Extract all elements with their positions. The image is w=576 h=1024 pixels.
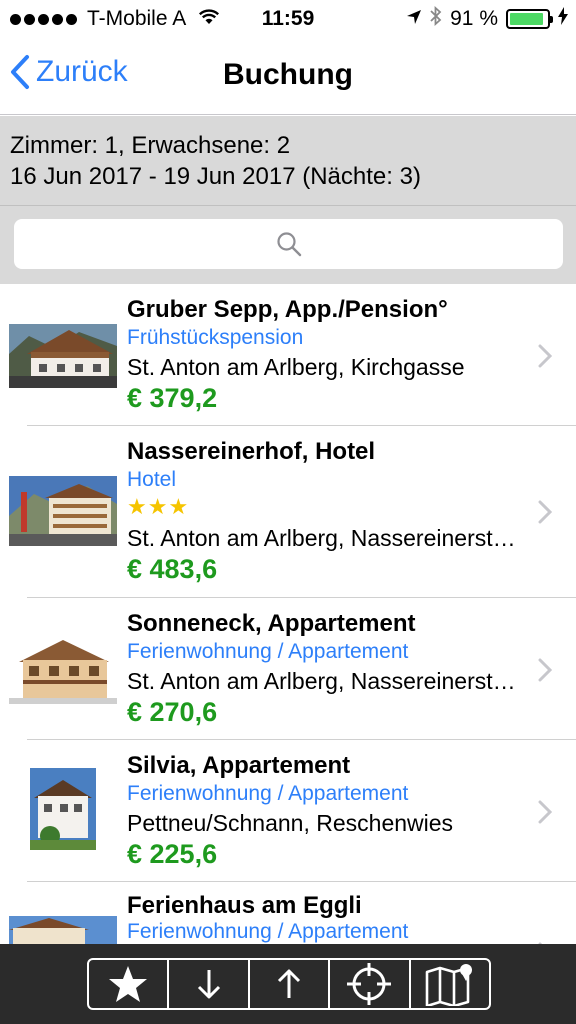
star-icon [109,966,148,1002]
chevron-right-icon [538,500,552,524]
star-rating: ★★★ [127,494,190,519]
sort-descending-button[interactable] [169,960,250,1008]
arrow-down-icon [197,970,220,999]
map-button[interactable] [411,960,489,1008]
back-button-label: Zurück [36,55,128,88]
accommodation-list: Gruber Sepp, App./Pension° Frühstückspen… [0,284,576,944]
bluetooth-icon [430,5,442,32]
accommodation-name: Gruber Sepp, App./Pension° [127,296,448,323]
accommodation-type: Ferienwohnung / Appartement [127,920,409,943]
accommodation-name: Sonneneck, Appartement [127,610,416,637]
accommodation-photo [30,768,96,850]
accommodation-type: Frühstückspension [127,326,304,349]
list-item[interactable]: Nassereinerhof, Hotel Hotel ★★★ St. Anto… [0,426,576,598]
search-bar [0,206,576,284]
search-icon [276,232,301,257]
accommodation-photo [9,916,117,944]
status-left: T-Mobile A [10,7,220,31]
chevron-right-icon [538,658,552,682]
accommodation-name: Nassereinerhof, Hotel [127,438,376,465]
accommodation-type: Hotel [127,468,177,491]
booking-rooms-guests: Zimmer: 1, Erwachsene: 2 [10,132,291,159]
accommodation-price: € 483,6 [127,554,218,584]
list-item[interactable]: Ferienhaus am Eggli Ferienwohnung / Appa… [0,882,576,944]
list-item[interactable]: Silvia, Appartement Ferienwohnung / Appa… [0,740,576,882]
signal-dots-icon [10,13,77,25]
status-right: 91 % [406,5,568,32]
accommodation-address: St. Anton am Arlberg, Kirchgasse [127,354,465,380]
chevron-left-icon [11,55,29,89]
accommodation-price: € 379,2 [127,383,218,413]
bottom-toolbar [0,944,576,1024]
accommodation-address: St. Anton am Arlberg, Nassereinerstraße [127,668,517,694]
accommodation-price: € 225,6 [127,839,218,869]
booking-summary: Zimmer: 1, Erwachsene: 2 16 Jun 2017 - 1… [0,116,576,206]
list-item[interactable]: Sonneneck, Appartement Ferienwohnung / A… [0,598,576,740]
search-input[interactable] [14,219,563,269]
accommodation-name: Ferienhaus am Eggli [127,892,362,919]
toolbar-button-group [87,958,491,1010]
battery-percent: 91 % [450,7,498,30]
navigation-bar: Zurück Buchung [0,38,576,115]
accommodation-type: Ferienwohnung / Appartement [127,640,409,663]
back-button[interactable]: Zurück [10,54,128,90]
accommodation-address: Pettneu/Schnann, Reschenwies [127,810,454,836]
crosshair-icon [347,963,392,1005]
accommodation-name: Silvia, Appartement [127,752,351,779]
map-icon [425,964,472,1006]
booking-dates: 16 Jun 2017 - 19 Jun 2017 (Nächte: 3) [10,163,421,190]
chevron-right-icon [538,800,552,824]
locate-button[interactable] [330,960,411,1008]
accommodation-price: € 270,6 [127,697,218,727]
accommodation-address: St. Anton am Arlberg, Nassereinerstraße [127,525,517,551]
chevron-right-icon [538,344,552,368]
favorites-button[interactable] [89,960,170,1008]
battery-level-fill [510,13,543,25]
accommodation-photo [9,476,117,546]
accommodation-type: Ferienwohnung / Appartement [127,782,409,805]
status-bar: T-Mobile A 11:59 91 % [0,0,576,38]
accommodation-photo [9,324,117,388]
wifi-icon [198,7,220,31]
carrier-name: T-Mobile A [87,7,187,30]
battery-icon [506,9,553,29]
sort-ascending-button[interactable] [250,960,331,1008]
list-item[interactable]: Gruber Sepp, App./Pension° Frühstückspen… [0,284,576,426]
location-icon [406,7,422,31]
charging-icon [558,7,568,31]
arrow-up-icon [277,969,301,998]
accommodation-photo [9,636,117,704]
